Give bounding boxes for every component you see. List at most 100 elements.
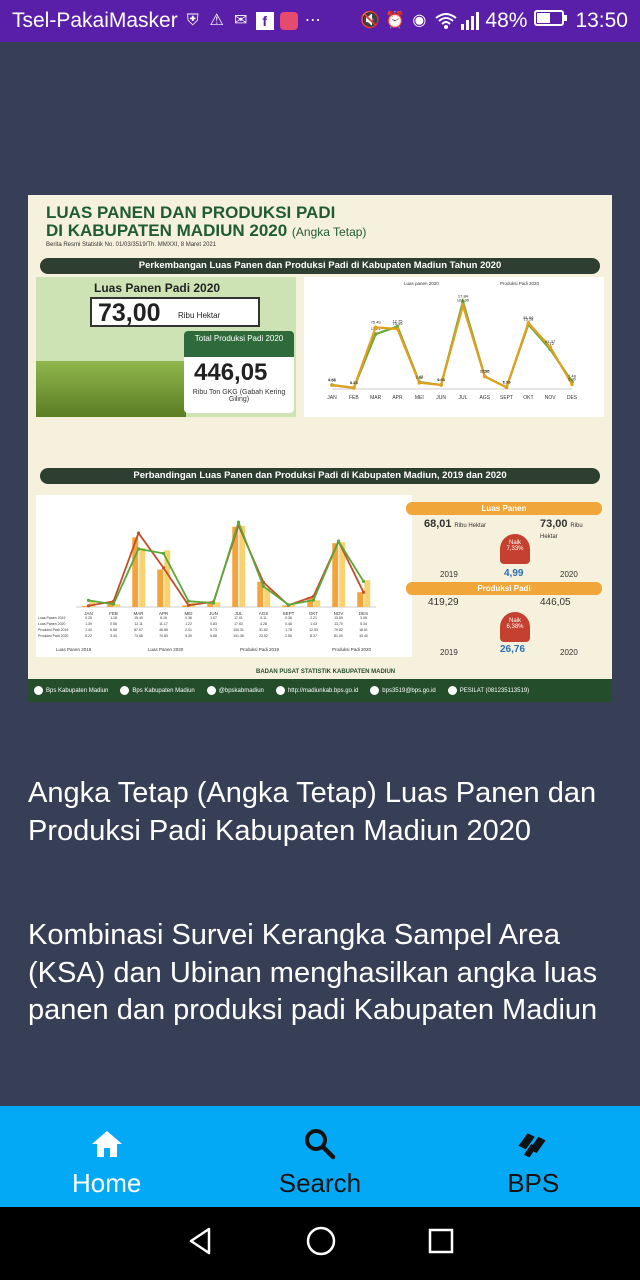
table-cell: 33.40 xyxy=(359,634,368,638)
produksi-box: Total Produksi Padi 2020 446,05 Ribu Ton… xyxy=(184,331,294,413)
battery-icon xyxy=(534,9,568,33)
produksi-unit: Ribu Ton GKG (Gabah Kering Giling) xyxy=(192,389,286,403)
x-tick-label: NOV xyxy=(545,395,557,401)
table-cell: 17.63 xyxy=(234,622,243,626)
nav-item-search[interactable]: Search xyxy=(213,1106,426,1207)
series-point xyxy=(461,303,465,308)
series-point xyxy=(211,601,216,605)
series-point xyxy=(548,345,552,349)
nav-item-bps[interactable]: BPS xyxy=(427,1106,640,1207)
footer-instagram: @bpskabmadiun xyxy=(218,687,264,694)
table-cell: 5.73 xyxy=(210,628,217,632)
series-line-1 xyxy=(331,301,573,390)
legend-label: Luas panen 2020 xyxy=(404,281,439,286)
series-point xyxy=(186,599,191,603)
table-cell: 46.85 xyxy=(159,628,168,632)
recents-icon[interactable] xyxy=(427,1227,455,1260)
series-point xyxy=(417,380,422,385)
table-cell: 1.40 xyxy=(85,628,92,632)
article-title: Angka Tetap (Angka Tetap) Luas Panen dan… xyxy=(28,777,597,847)
home-icon xyxy=(89,1126,125,1162)
series-point xyxy=(395,327,400,331)
produksi-value: 446,05 xyxy=(194,359,268,386)
series-point xyxy=(186,603,191,607)
table-cell: 79.82 xyxy=(334,628,343,632)
table-cell: 8.37 xyxy=(310,634,317,638)
x-tick-label: MEI xyxy=(415,395,424,401)
table-cell: 2.01 xyxy=(185,628,192,632)
data-label: 81.00 xyxy=(523,315,534,320)
table-cell: 2.21 xyxy=(310,616,317,620)
data-label: 101.99 xyxy=(457,298,470,303)
bar xyxy=(364,580,371,607)
table-cell: 1.22 xyxy=(185,622,192,626)
series-point xyxy=(373,325,378,330)
table-cell: 12.53 xyxy=(309,628,318,632)
x-tick-label: MAR xyxy=(370,395,382,401)
data-label: 51.37 xyxy=(545,339,556,344)
alarm-icon: ⏰ xyxy=(385,12,406,29)
series-line xyxy=(88,519,365,606)
app-notification-icon xyxy=(279,12,298,30)
bar xyxy=(314,600,321,607)
table-cell: 0.56 xyxy=(110,622,117,626)
infographic-title-line1: LUAS PANEN DAN PRODUKSI PADI xyxy=(46,203,336,222)
cmp-prod-head: Produksi Padi xyxy=(406,582,602,595)
footer-web: http://madiunkab.bps.go.id xyxy=(287,687,359,694)
series-point xyxy=(136,531,141,535)
carrier-name: Tsel-PakaiMasker xyxy=(12,9,178,32)
facebook-icon xyxy=(34,686,43,695)
more-notifications-icon: ⋯ xyxy=(304,12,321,29)
footer-youtube: Bps Kabupaten Madiun xyxy=(132,687,195,694)
nav-item-home[interactable]: Home xyxy=(0,1106,213,1207)
infographic-subtitle: Berita Resmi Statistik No. 01/03/3519/Th… xyxy=(46,242,217,248)
bar xyxy=(157,569,164,607)
series-point xyxy=(161,566,166,570)
bar xyxy=(114,604,121,607)
x-tick-label: APR xyxy=(392,395,403,401)
legend-label: Luas Panen 2020 xyxy=(148,647,184,652)
table-cell: 0.36 xyxy=(285,616,292,620)
series-point xyxy=(570,382,574,387)
x-tick-label: OKT xyxy=(523,395,533,401)
clock: 13:50 xyxy=(575,9,628,32)
line-chart-2020: JAN FEB MAR APR MEI JUN JUL AGS SEPT OKT NOV DES0.8… xyxy=(304,277,604,417)
cmp-luas-head: Luas Panen xyxy=(406,502,602,515)
series-point xyxy=(311,598,316,602)
luas-panen-label: Luas Panen Padi 2020 xyxy=(94,281,221,295)
luas-panen-unit: Ribu Hektar xyxy=(178,311,221,320)
data-label: 5.80 xyxy=(568,376,577,381)
status-bar: Tsel-PakaiMasker ⛨ ⚠ ✉ f ⋯ 🔇 ⏰ ◉ 48% 13:… xyxy=(0,0,640,42)
table-row-label: Luas Panen 2019 xyxy=(38,616,65,620)
table-cell: 81.00 xyxy=(334,634,343,638)
article-infographic-image[interactable]: LUAS PANEN DAN PRODUKSI PADI DI KABUPATE… xyxy=(28,195,612,702)
bottom-navigation: Home Search BPS xyxy=(0,1106,640,1207)
infographic-org: BADAN PUSAT STATISTIK KABUPATEN MADIUN xyxy=(256,669,396,675)
series-point xyxy=(86,604,91,608)
table-row-label: Produksi Padi 2019 xyxy=(38,628,68,632)
table-cell: 17.01 xyxy=(234,616,243,620)
series-point xyxy=(361,590,366,594)
data-label: 4.56 xyxy=(328,377,337,382)
series-point xyxy=(361,579,366,583)
infographic-title-line2: DI KABUPATEN MADIUN 2020 (Angka Tetap) xyxy=(46,221,366,241)
article-content: LUAS PANEN DAN PRODUKSI PADI DI KABUPATE… xyxy=(0,42,640,1106)
legend-label: Produksi Padi 2019 xyxy=(240,647,280,652)
x-tick-label: AGS xyxy=(479,395,490,401)
footer-facebook: Bps Kabupaten Madiun xyxy=(46,687,109,694)
back-icon[interactable] xyxy=(185,1226,215,1261)
infographic-title-suffix: (Angka Tetap) xyxy=(291,225,367,239)
legend-label: Produksi Padi 2020 xyxy=(500,281,540,286)
series-point xyxy=(526,321,531,325)
table-cell: 1.07 xyxy=(210,616,217,620)
infographic-title-main: DI KABUPATEN MADIUN 2020 xyxy=(46,221,288,240)
series-point xyxy=(86,598,91,602)
cmp-prod-year-2019: 2019 xyxy=(440,648,458,657)
table-row-label: Produksi Padi 2020 xyxy=(38,634,68,638)
bar-chart-2019-2020: JAN FEB MAR APR MEI JUN JUL AGS SEPT OKT NOV DESLua… xyxy=(36,495,412,657)
home-circle-icon[interactable] xyxy=(305,1225,337,1262)
data-label: 4.91 xyxy=(437,377,446,382)
table-cell: 12.11 xyxy=(134,622,143,626)
series-point xyxy=(261,584,266,589)
infographic-summary-panel: Luas Panen Padi 2020 73,00 Ribu Hektar T… xyxy=(36,277,296,417)
